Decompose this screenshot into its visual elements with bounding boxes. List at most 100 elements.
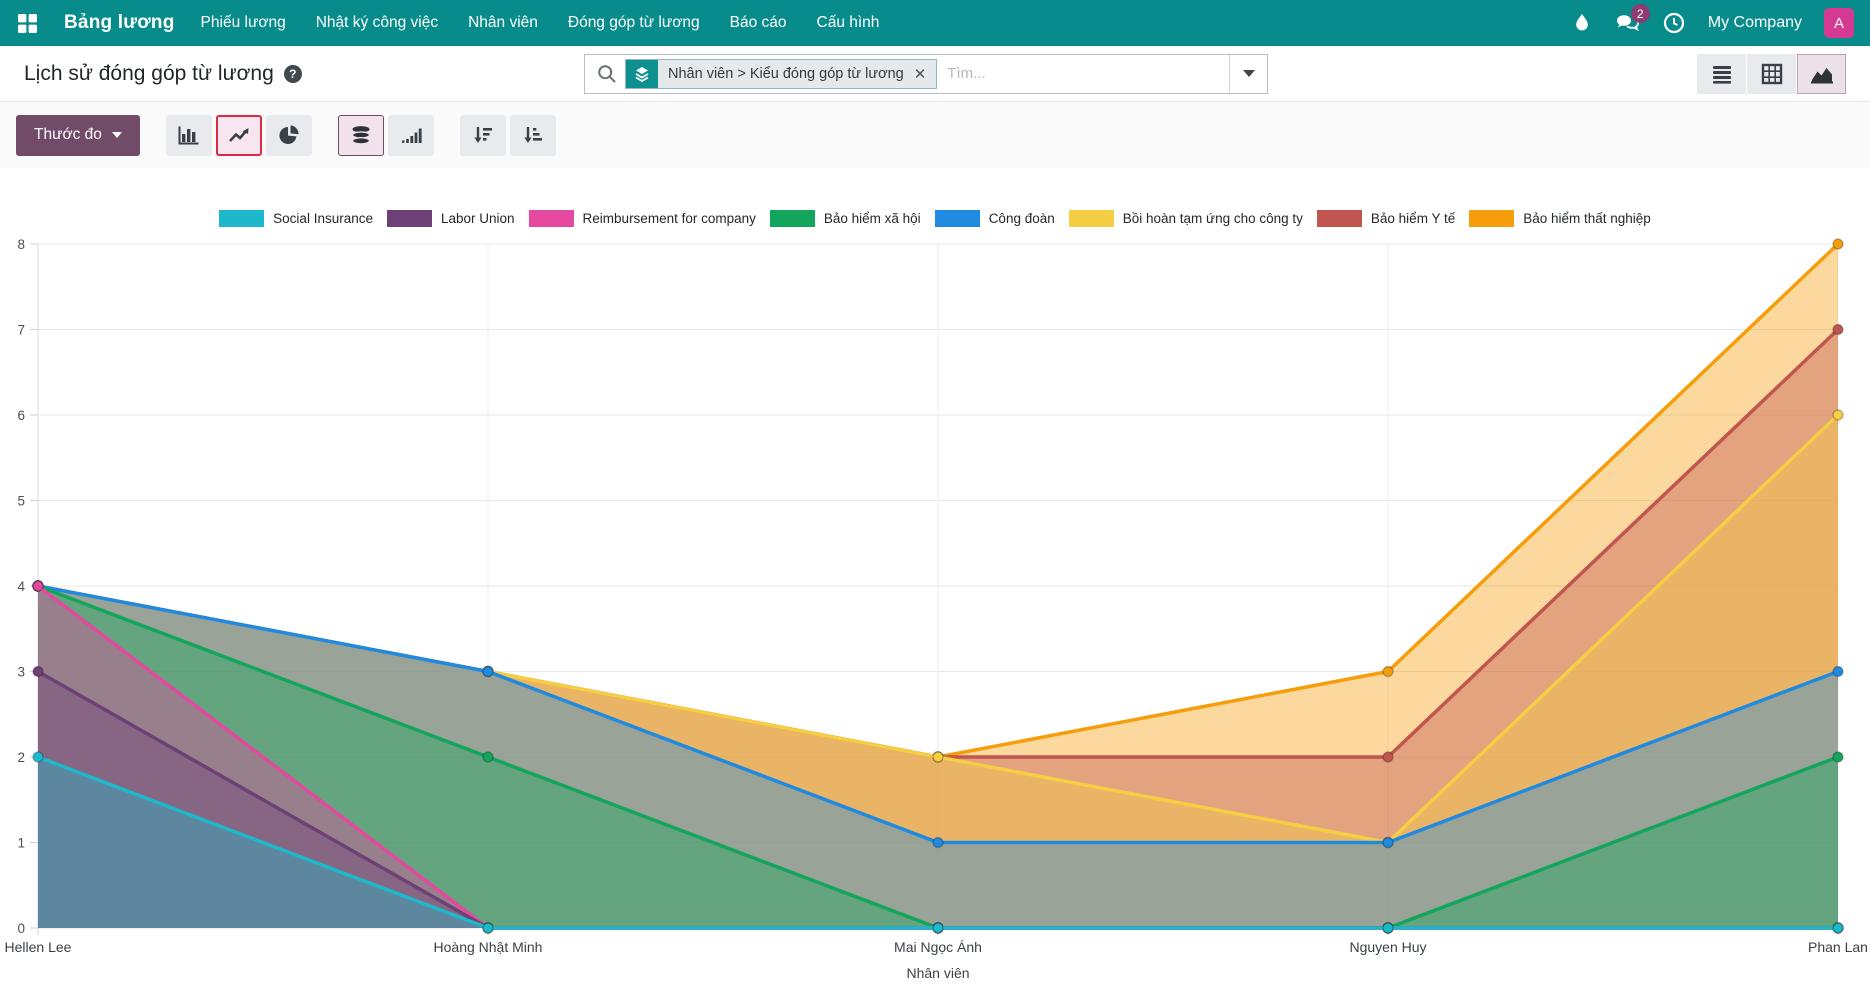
y-tick-label: 2	[17, 750, 25, 765]
legend-swatch	[387, 210, 432, 227]
messages-badge: 2	[1631, 4, 1650, 23]
pie-chart-icon	[278, 124, 300, 146]
chart-point[interactable]	[1833, 325, 1843, 335]
legend-item-4[interactable]: Công đoàn	[935, 210, 1055, 227]
search-dropdown-toggle[interactable]	[1229, 55, 1267, 93]
x-axis-title: Nhân viên	[906, 965, 969, 981]
pivot-view-button[interactable]	[1747, 54, 1796, 94]
chart-point[interactable]	[1383, 838, 1393, 848]
y-tick-label: 3	[17, 665, 25, 680]
legend-label: Reimbursement for company	[583, 211, 756, 226]
legend-swatch	[1317, 210, 1362, 227]
chart-point[interactable]	[1833, 667, 1843, 677]
messages-icon[interactable]: 2	[1616, 11, 1640, 35]
legend-label: Bảo hiểm xã hội	[824, 211, 921, 226]
chart-zone: Social Insurance Labor Union Reimbursement…	[0, 208, 1870, 989]
legend-item-0[interactable]: Social Insurance	[219, 210, 373, 227]
user-avatar[interactable]: A	[1824, 8, 1854, 38]
legend-label: Bảo hiểm thất nghiệp	[1523, 211, 1651, 226]
x-category-label: Mai Ngọc Ánh	[894, 939, 982, 955]
search-icon	[585, 64, 625, 84]
chart-point[interactable]	[1383, 667, 1393, 677]
chart-point[interactable]	[933, 923, 943, 933]
graph-toolbar: Thước đo	[0, 102, 1870, 168]
line-chart-icon	[227, 124, 251, 146]
top-navbar: Bảng lương Phiếu lương Nhật ký công việc…	[0, 0, 1870, 46]
search-input[interactable]	[937, 65, 1229, 82]
chart-point[interactable]	[1833, 239, 1843, 249]
chart-point[interactable]	[933, 838, 943, 848]
y-tick-label: 5	[17, 494, 25, 509]
cumulative-button[interactable]	[388, 115, 434, 156]
x-category-label: Nguyen Huy	[1349, 939, 1426, 955]
bar-chart-icon	[177, 124, 201, 146]
chart-point[interactable]	[33, 752, 43, 762]
y-tick-label: 0	[17, 921, 25, 936]
chevron-down-icon	[1243, 70, 1255, 77]
pie-chart-button[interactable]	[266, 115, 312, 156]
legend-swatch	[935, 210, 980, 227]
y-tick-label: 1	[17, 836, 25, 851]
cumulative-icon	[399, 124, 423, 146]
bar-chart-button[interactable]	[166, 115, 212, 156]
facet-close-icon[interactable]: ✕	[914, 65, 927, 83]
graph-view-button[interactable]	[1797, 54, 1846, 94]
legend-swatch	[1469, 210, 1514, 227]
legend-label: Công đoàn	[989, 211, 1055, 226]
chart-point[interactable]	[483, 752, 493, 762]
chart-point[interactable]	[1383, 752, 1393, 762]
legend-label: Social Insurance	[273, 211, 373, 226]
stacked-icon	[349, 124, 373, 146]
y-tick-label: 4	[17, 579, 25, 594]
chart-point[interactable]	[933, 752, 943, 762]
legend-item-3[interactable]: Bảo hiểm xã hội	[770, 210, 921, 227]
chart-point[interactable]	[483, 923, 493, 933]
menu-item-contributions[interactable]: Đóng góp từ lương	[568, 14, 700, 32]
apps-grid-icon[interactable]	[16, 12, 38, 34]
chart-point[interactable]	[1383, 923, 1393, 933]
line-chart-button[interactable]	[216, 115, 262, 156]
chart-point[interactable]	[1833, 410, 1843, 420]
legend-item-5[interactable]: Bồi hoàn tạm ứng cho công ty	[1069, 210, 1303, 227]
chart-point[interactable]	[33, 581, 43, 591]
legend-label: Bồi hoàn tạm ứng cho công ty	[1123, 211, 1303, 226]
search-box: Nhân viên > Kiểu đóng góp từ lương ✕	[584, 54, 1268, 94]
menu-item-settings[interactable]: Cấu hình	[817, 14, 880, 32]
legend-label: Labor Union	[441, 211, 515, 226]
sort-desc-button[interactable]	[460, 115, 506, 156]
help-icon[interactable]: ?	[284, 65, 302, 83]
clock-icon[interactable]	[1662, 11, 1686, 35]
measures-button[interactable]: Thước đo	[16, 115, 140, 156]
control-row: Lịch sử đóng góp từ lương ? Nhân viên > …	[0, 46, 1870, 102]
groupby-facet[interactable]: Nhân viên > Kiểu đóng góp từ lương ✕	[625, 59, 937, 89]
menu-item-payslips[interactable]: Phiếu lương	[201, 14, 286, 32]
legend-label: Bảo hiểm Y tế	[1371, 211, 1455, 226]
chart-point[interactable]	[1833, 752, 1843, 762]
y-tick-label: 8	[17, 237, 25, 252]
legend-item-6[interactable]: Bảo hiểm Y tế	[1317, 210, 1455, 227]
y-tick-label: 7	[17, 323, 25, 338]
chart-canvas[interactable]: 012345678Hellen LeeHoàng Nhật MinhMai Ng…	[0, 228, 1870, 989]
legend-item-2[interactable]: Reimbursement for company	[529, 210, 756, 227]
activity-droplet-icon[interactable]	[1570, 11, 1594, 35]
y-tick-label: 6	[17, 408, 25, 423]
caret-down-icon	[112, 132, 122, 138]
chart-legend: Social Insurance Labor Union Reimbursement…	[0, 208, 1870, 228]
x-category-label: Hellen Lee	[5, 939, 72, 955]
menu-item-employees[interactable]: Nhân viên	[468, 14, 538, 32]
chart-point[interactable]	[483, 667, 493, 677]
company-switcher[interactable]: My Company	[1708, 14, 1802, 32]
stacked-button[interactable]	[338, 115, 384, 156]
legend-item-1[interactable]: Labor Union	[387, 210, 515, 227]
legend-swatch	[529, 210, 574, 227]
menu-item-reports[interactable]: Báo cáo	[730, 14, 787, 32]
legend-swatch	[1069, 210, 1114, 227]
list-view-button[interactable]	[1697, 54, 1746, 94]
chart-point[interactable]	[33, 667, 43, 677]
sort-asc-button[interactable]	[510, 115, 556, 156]
menu-item-worklog[interactable]: Nhật ký công việc	[316, 14, 438, 32]
chart-point[interactable]	[1833, 923, 1843, 933]
sort-amount-desc-icon	[471, 124, 495, 146]
app-brand[interactable]: Bảng lương	[64, 12, 175, 34]
legend-item-7[interactable]: Bảo hiểm thất nghiệp	[1469, 210, 1651, 227]
